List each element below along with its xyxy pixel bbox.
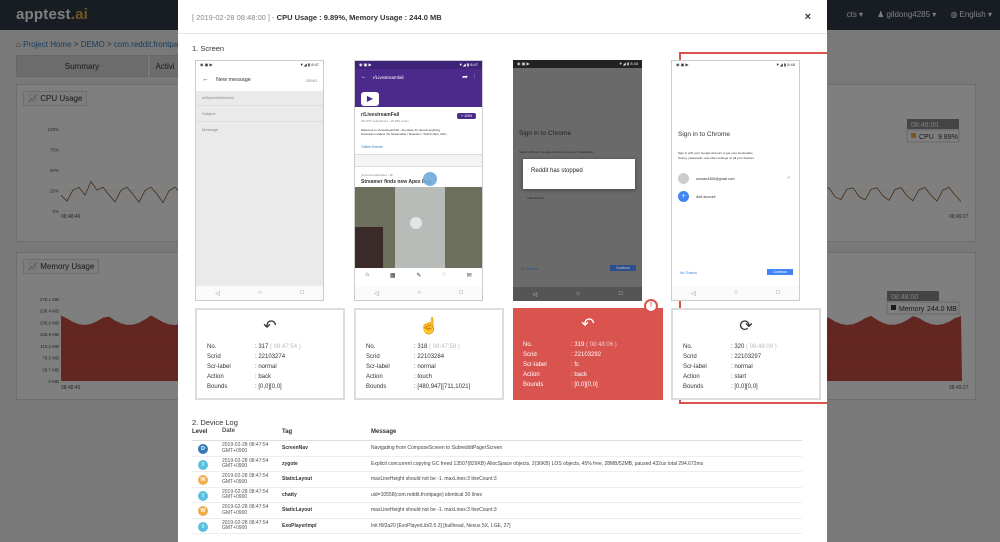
inbox-icon[interactable]: ✉ [467, 272, 472, 279]
log-tag: StaticLayout [282, 476, 313, 482]
android-navbar: ◁ ○ □ [672, 286, 799, 300]
modal-header: [ 2019-02-28 08:48:00 ] - CPU Usage : 9.… [178, 0, 827, 34]
log-header-row: Level Date Tag Message [192, 428, 802, 441]
share-icon[interactable]: ➦ [462, 73, 468, 81]
back-icon: ↶ [263, 318, 277, 335]
compose-icon[interactable]: ✎ [416, 272, 421, 279]
subreddit-banner: ← r/Livestreamfail ➦ ⋮ ▶ [355, 69, 482, 107]
avatar [678, 173, 689, 184]
log-date: 2019-02-28 08:47:54 GMT+0900 [222, 457, 269, 469]
add-account-icon[interactable]: + [678, 191, 689, 202]
android-navbar: ◁ ○ □ [513, 287, 642, 301]
subreddit-avatar: ▶ [361, 92, 379, 106]
log-tag: ExoPlayerImpl [282, 522, 317, 529]
log-level-badge: D [198, 444, 208, 454]
crash-dialog: Reddit has stopped [523, 159, 635, 189]
log-date: 2019-02-28 08:47:54 GMT+0900 [222, 442, 269, 454]
log-tag: zygote [282, 460, 298, 467]
table-row: I 2019-02-28 08:47:54 GMT+0900 ExoPlayerImp… [192, 519, 802, 534]
close-icon[interactable]: × [805, 11, 811, 23]
log-level-badge: W [198, 475, 208, 485]
crash-alert-icon: ! [644, 299, 658, 313]
log-tag: ScreenNav [282, 445, 308, 451]
device-log-section-title: 2. Device Log [192, 418, 238, 427]
more-icon[interactable]: ⋮ [472, 74, 477, 80]
join-button[interactable]: + JOIN [457, 113, 476, 119]
table-row: D 2019-02-28 08:47:54 GMT+0900 ScreenNav Nav… [192, 441, 802, 457]
status-bar: ◉ ▣ ▶ ▼◢ ▮ 8:47 [200, 62, 319, 67]
step-card-318[interactable]: ☝ No.: 318 ( 08:47:59 ) Scrid: 22103284 … [354, 308, 504, 400]
step-card-320[interactable]: ⟳ No.: 320 ( 08:48:09 ) Scrid: 22103297 … [671, 308, 821, 400]
log-tag: chatty [282, 491, 297, 498]
table-row: I 2019-02-28 08:47:54 GMT+0900 zygote Explic… [192, 457, 802, 472]
android-navbar: ◁ ○ □ [355, 286, 482, 300]
log-level-badge: I [198, 521, 208, 532]
log-message: maxLineHeight should not be -1. maxLines… [371, 476, 497, 482]
table-row: W 2019-02-28 08:47:54 GMT+0900 StaticLayout… [192, 503, 802, 519]
log-message: Init f6f2a20 [ExoPlayerLib/2.5.3] [bullh… [371, 522, 511, 529]
touch-indicator [423, 172, 437, 186]
log-level-badge: W [198, 506, 208, 516]
log-message: Navigating from ComposeScreen to Subredd… [371, 445, 503, 451]
back-icon: ↶ [581, 316, 595, 333]
log-date: 2019-02-28 08:47:54 GMT+0900 [222, 519, 269, 531]
reddit-bottom-nav: ⌂ ▦ ✎ ◌ ✉ [355, 268, 482, 282]
touch-icon: ☝ [419, 318, 439, 335]
screenshot-319[interactable]: ◉ ▣ ▶ ▼◢ ▮ 8:48 Sign in to Chrome Signin … [513, 60, 642, 301]
screenshot-317[interactable]: ◉ ▣ ▶ ▼◢ ▮ 8:47 ← New message SEND u/Hyeo… [195, 60, 324, 301]
check-icon: ✓ [786, 175, 791, 181]
log-message: Explicit concurrent copying GC freed 135… [371, 460, 704, 467]
screen-section-title: 1. Screen [192, 44, 225, 53]
log-level-badge: I [198, 459, 208, 470]
modal-title: [ 2019-02-28 08:48:00 ] - CPU Usage : 9.… [192, 13, 442, 22]
device-log-table: Level Date Tag Message D 2019-02-28 08:47… [192, 428, 802, 534]
screenshot-318[interactable]: ◉ ▣ ▶ ▼◢ ▮ 8:47 ← r/Livestreamfail ➦ ⋮ ▶ … [354, 60, 483, 301]
crash-dialog-message: Reddit has stopped [531, 168, 583, 174]
log-date: 2019-02-28 08:47:54 GMT+0900 [222, 504, 269, 516]
table-row: W 2019-02-28 08:47:54 GMT+0900 StaticLayout… [192, 472, 802, 488]
step-card-317[interactable]: ↶ No.: 317 ( 08:47:54 ) Scrid: 22103274 … [195, 308, 345, 400]
chat-icon[interactable]: ◌ [442, 272, 446, 278]
back-arrow-icon[interactable]: ← [202, 76, 209, 83]
home-icon[interactable]: ⌂ [365, 272, 369, 278]
table-row: I 2019-02-28 08:47:54 GMT+0900 chatty uid=10… [192, 488, 802, 503]
post-image[interactable] [355, 187, 482, 268]
android-navbar: ◁ ○ □ [196, 286, 323, 300]
step-detail-modal: [ 2019-02-28 08:48:00 ] - CPU Usage : 9.… [178, 0, 827, 542]
screenshot-320[interactable]: ◉ ▣ ▶ ▼◢ ▮ 8:48 Sign in to Chrome Sign in… [671, 60, 800, 301]
refresh-icon: ⟳ [739, 318, 753, 335]
log-tag: StaticLayout [282, 507, 313, 513]
log-message: uid=10558(com.reddit.frontpage) identica… [371, 491, 483, 498]
log-level-badge: I [198, 490, 208, 501]
log-date: 2019-02-28 08:47:54 GMT+0900 [222, 473, 269, 485]
step-card-319[interactable]: ! ↶ No.: 319 ( 08:48:06 ) Scrid: 2210329… [513, 299, 663, 400]
log-date: 2019-02-28 08:47:54 GMT+0900 [222, 488, 269, 500]
log-message: maxLineHeight should not be -1. maxLines… [371, 507, 497, 513]
grid-icon[interactable]: ▦ [390, 272, 396, 279]
